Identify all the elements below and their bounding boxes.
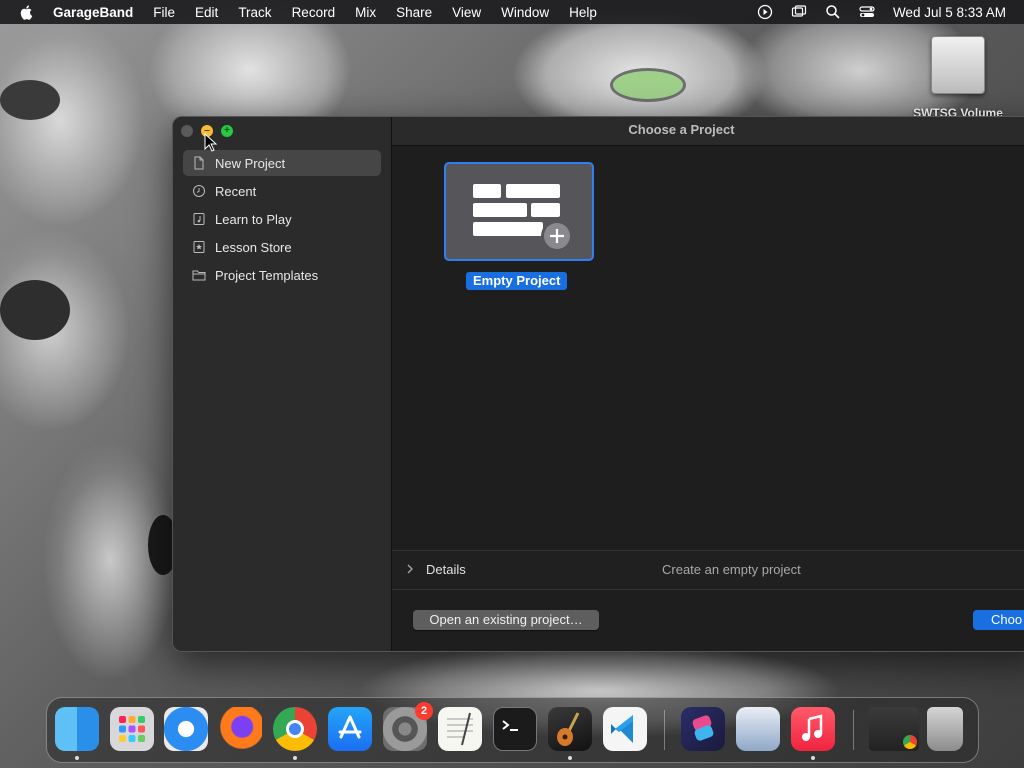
sidebar-item-learn-to-play[interactable]: Learn to Play <box>183 206 381 232</box>
dock-running-indicator <box>811 756 815 760</box>
wallpaper-shadow <box>0 80 60 120</box>
shortcuts-glyph <box>692 715 714 741</box>
sidebar-item-new-project[interactable]: New Project <box>183 150 381 176</box>
document-icon <box>194 156 204 170</box>
sidebar: – + New Project Recent Learn to Play Les… <box>173 117 392 651</box>
window-title: Choose a Project <box>628 122 735 137</box>
dock-preview-icon[interactable] <box>736 707 780 751</box>
dock-trash-icon[interactable] <box>927 707 963 751</box>
music-note-icon <box>193 213 205 225</box>
dock-launchpad-icon[interactable] <box>110 707 154 751</box>
vscode-glyph <box>611 715 633 743</box>
dock-safari-icon[interactable] <box>164 707 208 751</box>
dock-downloads-stack-icon[interactable] <box>869 707 919 751</box>
dock-garageband-icon[interactable] <box>548 707 592 751</box>
drive-icon[interactable] <box>931 36 985 94</box>
window-title-bar: Choose a Project <box>392 117 1024 146</box>
sidebar-item-recent[interactable]: Recent <box>183 178 381 204</box>
menu-app-name[interactable]: GarageBand <box>53 5 133 20</box>
sidebar-item-label: Lesson Store <box>215 239 292 255</box>
window-close-button[interactable] <box>181 125 193 137</box>
menu-window[interactable]: Window <box>501 5 549 20</box>
empty-project-tile[interactable] <box>444 162 594 261</box>
screen-mirroring-icon[interactable] <box>791 4 807 20</box>
empty-project-icon <box>473 184 573 252</box>
chevron-right-icon[interactable] <box>406 562 414 576</box>
star-icon <box>193 241 205 253</box>
launchpad-grid <box>119 716 145 742</box>
wallpaper-shadow <box>0 280 70 340</box>
dock-shortcuts-icon[interactable] <box>681 707 725 751</box>
dock-running-indicator <box>75 756 79 760</box>
window-zoom-button[interactable]: + <box>221 125 233 137</box>
menu-help[interactable]: Help <box>569 5 597 20</box>
mouse-cursor-icon <box>204 133 218 152</box>
menu-view[interactable]: View <box>452 5 481 20</box>
menu-file[interactable]: File <box>153 5 175 20</box>
dock-finder-icon[interactable] <box>55 707 99 751</box>
details-description: Create an empty project <box>662 562 801 577</box>
sidebar-item-label: New Project <box>215 155 286 171</box>
sidebar-item-label: Recent <box>215 183 257 199</box>
sidebar-item-label: Learn to Play <box>215 211 292 227</box>
details-bar: Details Create an empty project <box>392 550 1024 590</box>
dock-textedit-icon[interactable] <box>438 707 482 751</box>
dock-separator <box>664 710 665 750</box>
apple-menu-icon[interactable] <box>19 4 35 20</box>
wallpaper-accent <box>610 68 686 102</box>
terminal-prompt <box>502 720 518 731</box>
empty-project-label[interactable]: Empty Project <box>466 272 568 290</box>
main-panel: Choose a Project Empty Project Details C… <box>392 117 1024 651</box>
music-note-glyph <box>802 714 823 741</box>
menu-track[interactable]: Track <box>238 5 271 20</box>
details-toggle[interactable]: Details <box>426 562 466 577</box>
control-center-icon[interactable] <box>859 4 875 20</box>
sidebar-item-project-templates[interactable]: Project Templates <box>183 262 381 288</box>
sidebar-item-lesson-store[interactable]: Lesson Store <box>183 234 381 260</box>
dock-separator <box>853 710 854 750</box>
dock-firefox-icon[interactable] <box>218 707 262 751</box>
zoom-icon: + <box>224 125 230 136</box>
textedit-lines <box>447 712 473 746</box>
dock-running-indicator <box>568 756 572 760</box>
dock-music-icon[interactable] <box>791 707 835 751</box>
dock-terminal-icon[interactable] <box>493 707 537 751</box>
dock-running-indicator <box>293 756 297 760</box>
choose-button[interactable]: Choo <box>973 610 1024 630</box>
play-circle-icon[interactable] <box>757 4 773 20</box>
notification-badge: 2 <box>415 702 433 720</box>
menu-record[interactable]: Record <box>292 5 336 20</box>
dock-app-store-icon[interactable] <box>328 707 372 751</box>
open-existing-project-button[interactable]: Open an existing project… <box>413 610 599 630</box>
clock-icon <box>193 185 205 197</box>
app-store-glyph <box>338 715 362 739</box>
project-chooser-window: – + New Project Recent Learn to Play Les… <box>172 116 1024 652</box>
desktop-volume[interactable]: SWTSG Volume <box>908 36 1008 120</box>
menu-clock[interactable]: Wed Jul 5 8:33 AM <box>893 5 1006 20</box>
folder-icon <box>192 270 206 281</box>
chrome-center <box>286 720 304 738</box>
dock-vscode-icon[interactable] <box>603 707 647 751</box>
sidebar-item-label: Project Templates <box>215 267 319 283</box>
dock: 2 <box>46 697 979 763</box>
dock-chrome-icon[interactable] <box>273 707 317 751</box>
menu-mix[interactable]: Mix <box>355 5 376 20</box>
menu-share[interactable]: Share <box>396 5 432 20</box>
guitar-icon <box>557 712 580 746</box>
menu-edit[interactable]: Edit <box>195 5 218 20</box>
menu-bar: GarageBand File Edit Track Record Mix Sh… <box>0 0 1024 24</box>
search-icon[interactable] <box>825 4 841 20</box>
chrome-badge-icon <box>903 735 917 749</box>
